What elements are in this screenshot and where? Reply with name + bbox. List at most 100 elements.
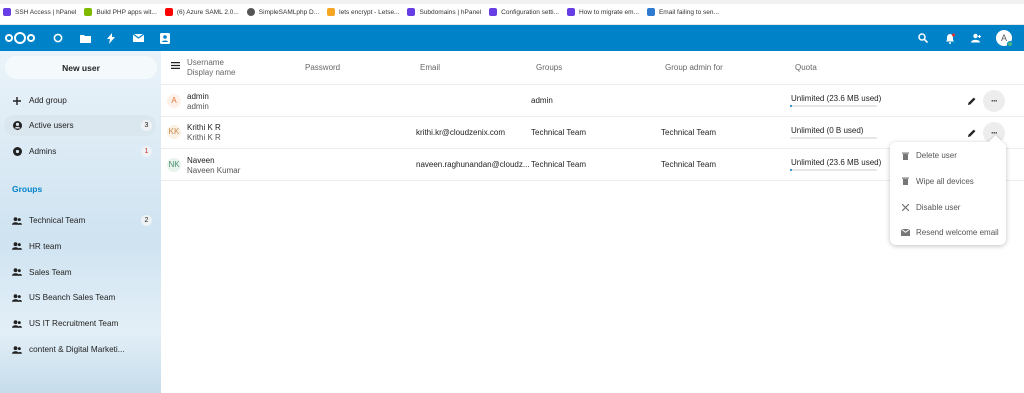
notifications-icon[interactable] — [944, 32, 956, 44]
table-row[interactable]: Aadmin admin admin Unlimited (23.6 MB used)… — [161, 85, 1024, 117]
sidebar-item-group[interactable]: Technical Team 2 — [4, 210, 156, 231]
contacts-menu-icon[interactable] — [970, 32, 982, 44]
bookmark-list: SSH Access | hPanel Build PHP apps wit...… — [3, 8, 727, 16]
contacts-icon[interactable] — [159, 32, 171, 44]
sidebar-item-group[interactable]: HR team — [4, 236, 156, 257]
sidebar-item-active-users[interactable]: Active users 3 — [4, 115, 156, 136]
groups-heading: Groups — [12, 184, 43, 194]
group-admin-cell[interactable]: Technical Team — [661, 160, 716, 169]
count-badge: 1 — [141, 146, 152, 157]
menu-item-label: Delete user — [916, 151, 957, 160]
header-quota: Quota — [795, 63, 817, 72]
more-actions-button[interactable]: ··· — [983, 90, 1005, 112]
username-cell: Krithi K R — [187, 123, 221, 132]
bookmark-label: Email failing to sen... — [658, 8, 719, 16]
edit-pencil-icon[interactable] — [967, 96, 977, 106]
files-icon[interactable] — [79, 32, 91, 44]
nextcloud-logo[interactable] — [5, 32, 35, 44]
header-password: Password — [305, 63, 341, 72]
quota-bar — [790, 169, 877, 171]
groups-cell[interactable]: Technical Team — [531, 128, 586, 137]
globe-icon — [246, 8, 255, 16]
menu-item[interactable]: Resend welcome email — [890, 220, 1006, 245]
group-icon — [12, 319, 22, 328]
youtube-icon — [164, 8, 173, 16]
dashboard-icon[interactable] — [52, 32, 64, 44]
user-avatar: A — [167, 94, 181, 108]
edit-pencil-icon[interactable] — [967, 128, 977, 138]
display-name-cell[interactable]: Krithi K R — [187, 133, 221, 142]
count-badge: 2 — [141, 215, 152, 226]
menu-item[interactable]: Delete user — [890, 143, 1006, 168]
user-avatar[interactable]: A — [996, 30, 1013, 47]
header-groups: Groups — [536, 63, 563, 72]
sidebar-item-add-group[interactable]: Add group — [4, 90, 156, 111]
sidebar-item-label: Add group — [29, 96, 67, 105]
menu-item[interactable]: Wipe all devices — [890, 169, 1006, 194]
quota-cell[interactable]: Unlimited (23.6 MB used) — [791, 94, 881, 103]
trash-icon — [900, 177, 910, 186]
header-group-admin: Group admin for — [665, 63, 723, 72]
groups-cell[interactable]: admin — [531, 96, 553, 105]
bookmark-item[interactable]: Configuration setti... — [489, 8, 559, 16]
quota-cell[interactable]: Unlimited (23.6 MB used) — [791, 158, 881, 167]
quota-cell[interactable]: Unlimited (0 B used) — [791, 126, 863, 135]
sidebar-item-group[interactable]: Sales Team — [4, 262, 156, 283]
new-user-button[interactable]: New user — [5, 56, 157, 79]
bookmark-label: SimpleSAMLphp D... — [258, 8, 320, 16]
bookmark-item[interactable]: SSH Access | hPanel — [3, 8, 76, 16]
user-avatar: KK — [167, 125, 181, 139]
more-dots-icon: ··· — [991, 96, 998, 106]
bookmark-item[interactable]: Build PHP apps wit... — [84, 8, 157, 16]
bookmarks-bar: SSH Access | hPanel Build PHP apps wit...… — [0, 0, 1024, 25]
search-icon[interactable] — [917, 32, 929, 44]
username-cell: Naveen — [187, 156, 215, 165]
sidebar-item-label: Admins — [29, 147, 57, 156]
group-admin-cell[interactable]: Technical Team — [661, 128, 716, 137]
sidebar-item-label: Technical Team — [29, 216, 86, 225]
bookmark-label: (6) Azure SAML 2.0... — [176, 8, 239, 16]
table-header: Username Display name Password Email Gro… — [161, 51, 1024, 85]
sidebar-item-admins[interactable]: Admins 1 — [4, 141, 156, 162]
group-icon — [12, 345, 22, 354]
sidebar-item-label: US IT Recruitment Team — [29, 319, 119, 329]
menu-item-label: Disable user — [916, 202, 961, 212]
group-icon — [12, 294, 22, 302]
user-icon — [12, 121, 22, 130]
sidebar-item-group[interactable]: content & Digital Marketi... — [4, 339, 156, 360]
bookmark-item[interactable]: Subdomains | hPanel — [407, 8, 481, 16]
activity-icon[interactable] — [105, 32, 117, 44]
hpanel-icon — [3, 8, 11, 16]
email-cell[interactable]: krithi.kr@cloudzenix.com — [416, 128, 505, 137]
header-username: Username — [187, 58, 224, 67]
groups-cell[interactable]: Technical Team — [531, 160, 586, 169]
count-badge: 3 — [141, 120, 152, 131]
mail-icon — [900, 229, 910, 237]
display-name-cell[interactable]: Naveen Kumar — [187, 166, 240, 175]
bookmark-item[interactable]: Email failing to sen... — [646, 8, 719, 16]
sidebar: New user Add group Active users 3 Admins… — [0, 51, 161, 393]
app-header: A — [0, 25, 1024, 51]
display-name-cell[interactable]: admin — [187, 102, 209, 111]
user-avatar: NK — [167, 158, 181, 172]
bookmark-label: SSH Access | hPanel — [15, 8, 77, 16]
bookmark-item[interactable]: (6) Azure SAML 2.0... — [164, 8, 239, 16]
email-cell[interactable]: naveen.raghunandan@cloudz... — [416, 160, 530, 169]
sidebar-item-label: HR team — [29, 241, 62, 251]
admin-icon — [12, 147, 22, 156]
bookmark-item[interactable]: SimpleSAMLphp D... — [246, 8, 320, 16]
bookmark-label: Build PHP apps wit... — [96, 8, 157, 16]
bookmark-item[interactable]: How to migrate em... — [566, 8, 639, 16]
sidebar-item-group[interactable]: US IT Recruitment Team — [4, 313, 156, 334]
sidebar-item-label: content & Digital Marketi... — [29, 345, 125, 354]
menu-icon[interactable] — [171, 62, 180, 71]
sidebar-item-group[interactable]: US Beanch Sales Team — [4, 287, 156, 308]
bookmark-label: Configuration setti... — [501, 8, 559, 16]
sidebar-item-label: Sales Team — [29, 267, 72, 277]
avatar-letter: A — [1000, 33, 1007, 43]
mail-app-icon — [646, 8, 655, 16]
menu-item[interactable]: Disable user — [890, 195, 1006, 220]
mail-icon[interactable] — [132, 32, 144, 44]
bookmark-item[interactable]: lets encrypt - Letse... — [327, 8, 399, 16]
quota-bar — [790, 137, 877, 139]
